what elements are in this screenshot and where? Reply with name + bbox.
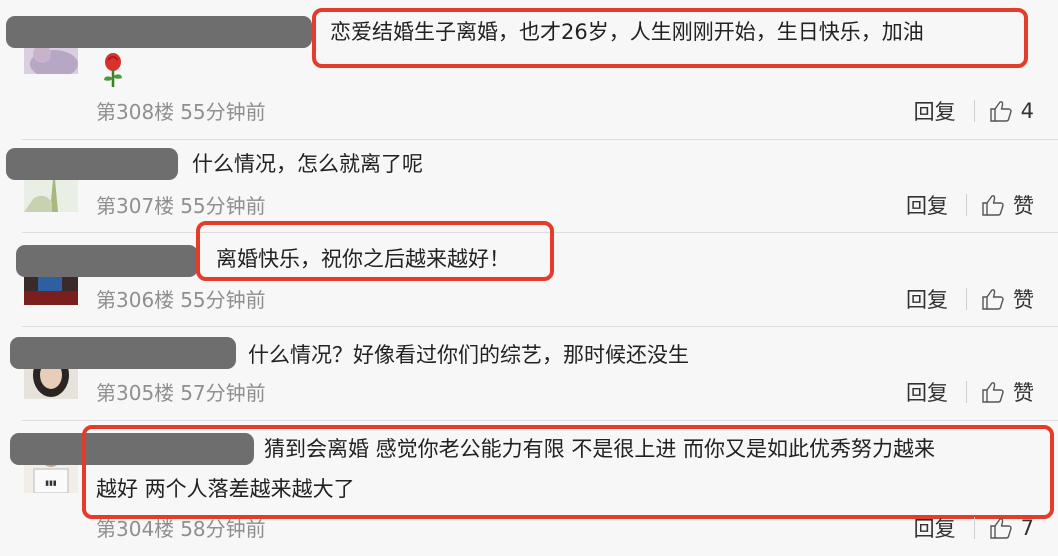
comment-item: 什么情况？好像看过你们的综艺，那时候还没生 第305楼 57分钟前 回复 赞 [0,327,1058,421]
comment-text: 恋爱结婚生子离婚，也才26岁，人生刚刚开始，生日快乐，加油 [330,20,924,44]
action-divider [966,381,967,403]
thumbs-up-icon[interactable] [981,287,1005,311]
comment-text-line-1: 猜到会离婚 感觉你老公能力有限 不是很上进 而你又是如此优秀努力越来 [264,437,936,461]
like-button[interactable]: 赞 [1013,190,1034,220]
username-redacted[interactable] [6,148,178,180]
thumbs-up-icon[interactable] [989,516,1013,540]
floor-number: 第308楼 [96,100,175,124]
comment-actions: 回复 赞 [906,190,1034,220]
reply-button[interactable]: 回复 [906,284,948,314]
reply-button[interactable]: 回复 [914,513,956,543]
username-redacted[interactable] [16,245,198,277]
action-divider [966,288,967,310]
reply-button[interactable]: 回复 [906,190,948,220]
reply-button[interactable]: 回复 [914,96,956,126]
comment-time: 58分钟前 [180,517,266,541]
comment-text: 什么情况？好像看过你们的综艺，那时候还没生 [248,343,689,367]
action-divider [973,100,975,122]
floor-number: 第304楼 [96,517,175,541]
comment-text: 离婚快乐，祝你之后越来越好！ [216,247,510,271]
thumbs-up-icon[interactable] [981,380,1005,404]
comment-actions: 回复 7 [914,513,1034,543]
svg-text:▮▮▮: ▮▮▮ [45,479,57,487]
comment-item: 离婚快乐，祝你之后越来越好！ 第306楼 55分钟前 回复 赞 [0,221,1058,327]
like-count[interactable]: 4 [1021,99,1034,123]
action-divider [973,517,975,539]
comment-time: 55分钟前 [180,288,266,312]
username-redacted[interactable] [10,337,236,369]
comment-item: 恋爱结婚生子离婚，也才26岁，人生刚刚开始，生日快乐，加油 第308楼 55分钟前… [0,0,1058,140]
reply-button[interactable]: 回复 [906,377,948,407]
thumbs-up-icon[interactable] [989,99,1013,123]
comment-text-line-2: 越好 两个人落差越来越大了 [96,477,355,501]
like-button[interactable]: 赞 [1013,377,1034,407]
rose-emoji-icon [104,53,122,87]
comment-item: ▮▮▮ 猜到会离婚 感觉你老公能力有限 不是很上进 而你又是如此优秀努力越来 越… [0,421,1058,556]
comment-time: 57分钟前 [180,381,266,405]
floor-number: 第307楼 [96,194,175,218]
comment-item: 什么情况，怎么就离了呢 第307楼 55分钟前 回复 赞 [0,140,1058,233]
comment-actions: 回复 4 [914,96,1034,126]
comment-meta: 第305楼 57分钟前 [96,377,266,406]
comment-meta: 第304楼 58分钟前 [96,513,266,542]
like-button[interactable]: 赞 [1013,284,1034,314]
comment-time: 55分钟前 [180,194,266,218]
thumbs-up-icon[interactable] [981,193,1005,217]
action-divider [966,194,967,216]
comment-text: 什么情况，怎么就离了呢 [192,152,423,176]
like-count[interactable]: 7 [1021,516,1034,540]
comment-actions: 回复 赞 [906,377,1034,407]
comment-meta: 第307楼 55分钟前 [96,190,266,219]
comment-time: 55分钟前 [180,100,266,124]
comment-meta: 第306楼 55分钟前 [96,284,266,313]
floor-number: 第305楼 [96,381,175,405]
floor-number: 第306楼 [96,288,175,312]
comment-actions: 回复 赞 [906,284,1034,314]
comment-meta: 第308楼 55分钟前 [96,96,266,125]
username-redacted[interactable] [6,16,312,48]
